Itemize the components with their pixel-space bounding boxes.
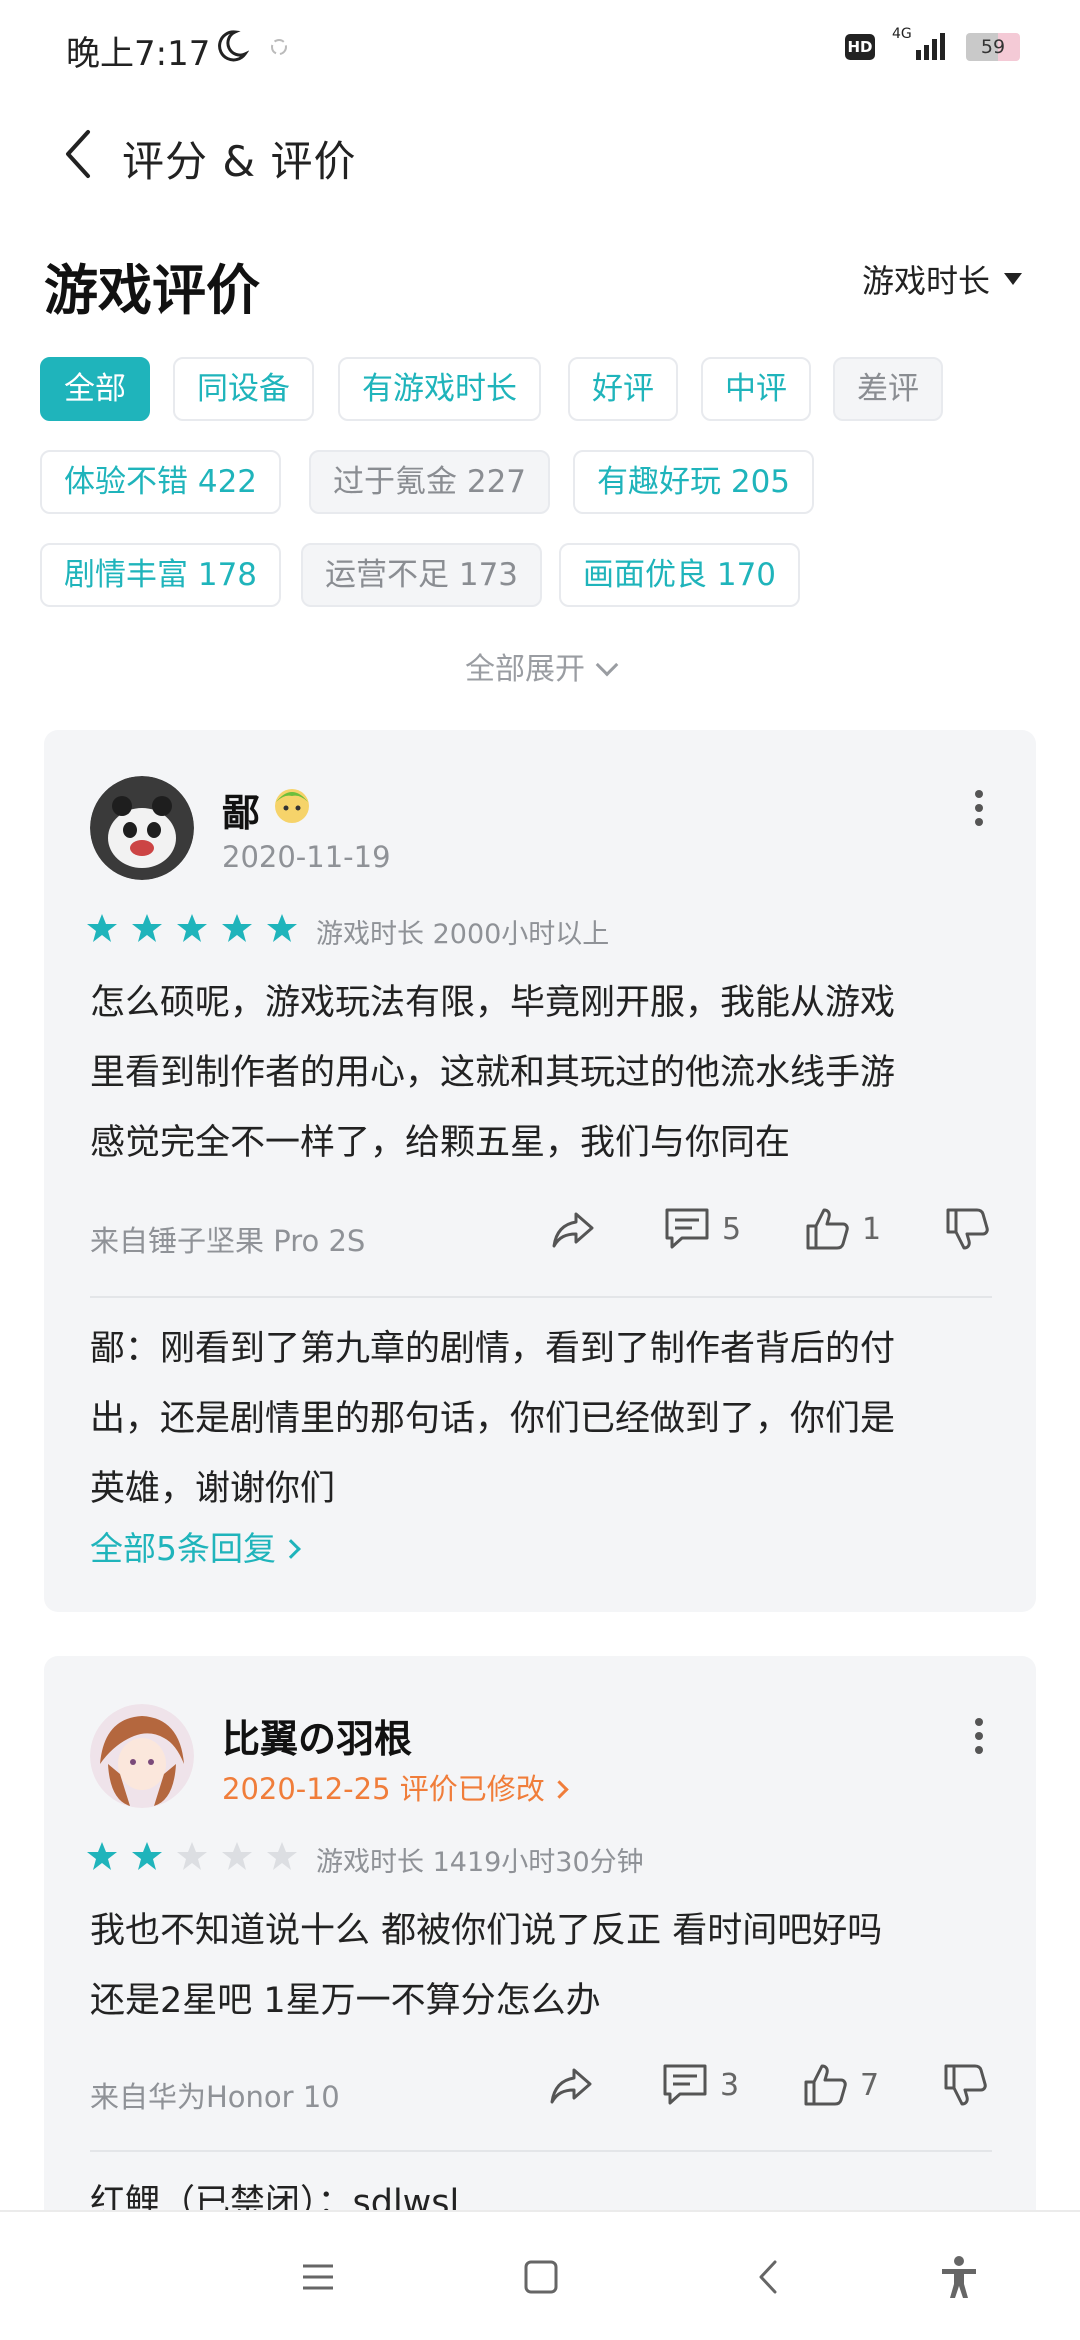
- chevron-down-icon: [595, 653, 619, 677]
- like-count: 1: [862, 1211, 882, 1247]
- share-icon: [552, 1212, 594, 1248]
- divider: [90, 2150, 992, 2152]
- avatar[interactable]: [90, 776, 194, 880]
- thumbs-down-icon: [946, 1208, 989, 1250]
- reply-line: 鄙：刚看到了第九章的剧情，看到了制作者背后的付: [90, 1329, 896, 1369]
- dislike-button[interactable]: [942, 1204, 992, 1254]
- all-replies-link[interactable]: 全部5条回复: [90, 1522, 301, 1570]
- review-date-label: 2020-12-25 评价已修改: [222, 1772, 545, 1806]
- expand-all-button[interactable]: 全部展开: [0, 644, 1080, 688]
- accessibility-icon[interactable]: [934, 2252, 984, 2302]
- review-line: 我也不知道说十么 都被你们说了反正 看时间吧好吗: [90, 1911, 883, 1951]
- page-title: 评分 & 评价: [122, 137, 357, 186]
- star-filled-icon: [177, 914, 207, 942]
- playtime: 游戏时长 1419小时30分钟: [316, 1847, 644, 1878]
- system-nav-bar: [0, 2210, 1080, 2340]
- review-line: 感觉完全不一样了，给颗五星，我们与你同在: [90, 1123, 791, 1163]
- sort-select[interactable]: 游戏时长: [862, 256, 1022, 302]
- star-filled-icon: [132, 1842, 162, 1870]
- battery-indicator: 59: [966, 33, 1020, 61]
- filter-chip-negative[interactable]: 差评: [833, 357, 943, 421]
- comment-count: 5: [722, 1211, 742, 1247]
- status-bar: 晚上7:17 HD 4G 59: [0, 0, 1080, 96]
- share-button[interactable]: [548, 1204, 598, 1254]
- avatar[interactable]: [90, 1704, 194, 1808]
- filter-chip-has-playtime[interactable]: 有游戏时长: [338, 357, 541, 421]
- review-card: 鄙 2020-11-19 游戏时长 2000小时以上 怎么硕呢，游戏玩法有限，毕…: [44, 730, 1036, 1612]
- moon-icon: [218, 30, 249, 62]
- like-button[interactable]: 7: [800, 2060, 879, 2110]
- chevron-right-icon: [550, 1780, 569, 1799]
- all-replies-label: 全部5条回复: [90, 1529, 276, 1568]
- home-icon[interactable]: [516, 2252, 566, 2302]
- more-icon[interactable]: [974, 1716, 984, 1756]
- comment-icon: [663, 2064, 707, 2105]
- sort-label: 游戏时长: [861, 262, 990, 300]
- star-empty-icon: [222, 1842, 252, 1870]
- thumbs-up-icon: [804, 2064, 847, 2106]
- rating-stars: [86, 912, 298, 944]
- star-filled-icon: [87, 914, 117, 942]
- comment-button[interactable]: 3: [660, 2060, 739, 2110]
- comment-count: 3: [720, 2067, 740, 2103]
- review-date[interactable]: 2020-12-25 评价已修改: [222, 1766, 569, 1808]
- review-body: 怎么硕呢，游戏玩法有限，毕竟刚开服，我能从游戏 里看到制作者的用心，这就和其玩过…: [90, 968, 1000, 1178]
- reply-line: 英雄，谢谢你们: [90, 1469, 336, 1509]
- divider: [90, 1296, 992, 1298]
- dislike-button[interactable]: [940, 2060, 990, 2110]
- review-date: 2020-11-19: [222, 840, 391, 874]
- hd-badge: HD: [845, 34, 875, 60]
- thumbs-up-icon: [806, 1208, 849, 1250]
- like-count: 7: [860, 2067, 880, 2103]
- back-nav-icon[interactable]: [743, 2252, 793, 2302]
- filter-chip-all[interactable]: 全部: [40, 357, 150, 421]
- chevron-right-icon: [281, 1539, 301, 1559]
- status-time: 晚上7:17: [66, 34, 211, 74]
- filter-chip-same-device[interactable]: 同设备: [173, 357, 314, 421]
- user-name[interactable]: 鄙: [222, 782, 260, 837]
- filter-chip-tag[interactable]: 运营不足 173: [301, 543, 543, 607]
- filter-chip-tag[interactable]: 体验不错 422: [40, 450, 282, 514]
- review-line: 怎么硕呢，游戏玩法有限，毕竟刚开服，我能从游戏: [90, 983, 896, 1023]
- review-line: 还是2星吧 1星万一不算分怎么办: [90, 1981, 601, 2021]
- reply-preview: 鄙：刚看到了第九章的剧情，看到了制作者背后的付 出，还是剧情里的那句话，你们已经…: [90, 1314, 1000, 1524]
- reply-line: 出，还是剧情里的那句话，你们已经做到了，你们是: [90, 1399, 896, 1439]
- filter-chip-tag[interactable]: 过于氪金 227: [309, 450, 551, 514]
- signal-icon: [916, 33, 945, 60]
- filter-chip-tag[interactable]: 画面优良 170: [559, 543, 801, 607]
- filter-chip-tag[interactable]: 有趣好玩 205: [573, 450, 815, 514]
- like-button[interactable]: 1: [802, 1204, 881, 1254]
- review-body: 我也不知道说十么 都被你们说了反正 看时间吧好吗 还是2星吧 1星万一不算分怎么…: [90, 1896, 1000, 2036]
- comment-button[interactable]: 5: [662, 1204, 741, 1254]
- filter-chip-neutral[interactable]: 中评: [701, 357, 811, 421]
- star-empty-icon: [267, 1842, 297, 1870]
- back-icon[interactable]: [58, 126, 98, 182]
- comment-icon: [665, 1208, 709, 1249]
- star-filled-icon: [222, 914, 252, 942]
- filter-chip-positive[interactable]: 好评: [568, 357, 678, 421]
- user-badge-icon: [275, 789, 309, 823]
- user-name[interactable]: 比翼の羽根: [222, 1708, 412, 1763]
- review-card: 比翼の羽根 2020-12-25 评价已修改 游戏时长 1419小时30分钟 我…: [44, 1656, 1036, 2256]
- device-source: 来自锤子坚果 Pro 2S: [90, 1224, 366, 1258]
- playtime: 游戏时长 2000小时以上: [316, 919, 610, 950]
- rating-stars: [86, 1840, 298, 1872]
- more-icon[interactable]: [974, 788, 984, 828]
- star-filled-icon: [267, 914, 297, 942]
- share-button[interactable]: [546, 2060, 596, 2110]
- expand-all-label: 全部展开: [465, 652, 585, 687]
- thumbs-down-icon: [944, 2064, 987, 2106]
- menu-icon[interactable]: [293, 2252, 343, 2302]
- section-title: 游戏评价: [44, 259, 260, 322]
- share-icon: [550, 2068, 592, 2104]
- star-empty-icon: [177, 1842, 207, 1870]
- review-line: 里看到制作者的用心，这就和其玩过的他流水线手游: [90, 1053, 896, 1093]
- dropdown-arrow-icon: [1004, 273, 1022, 285]
- filter-chip-tag[interactable]: 剧情丰富 178: [40, 543, 282, 607]
- star-filled-icon: [87, 1842, 117, 1870]
- star-filled-icon: [132, 914, 162, 942]
- sync-icon: [271, 39, 287, 55]
- device-source: 来自华为Honor 10: [90, 2080, 340, 2114]
